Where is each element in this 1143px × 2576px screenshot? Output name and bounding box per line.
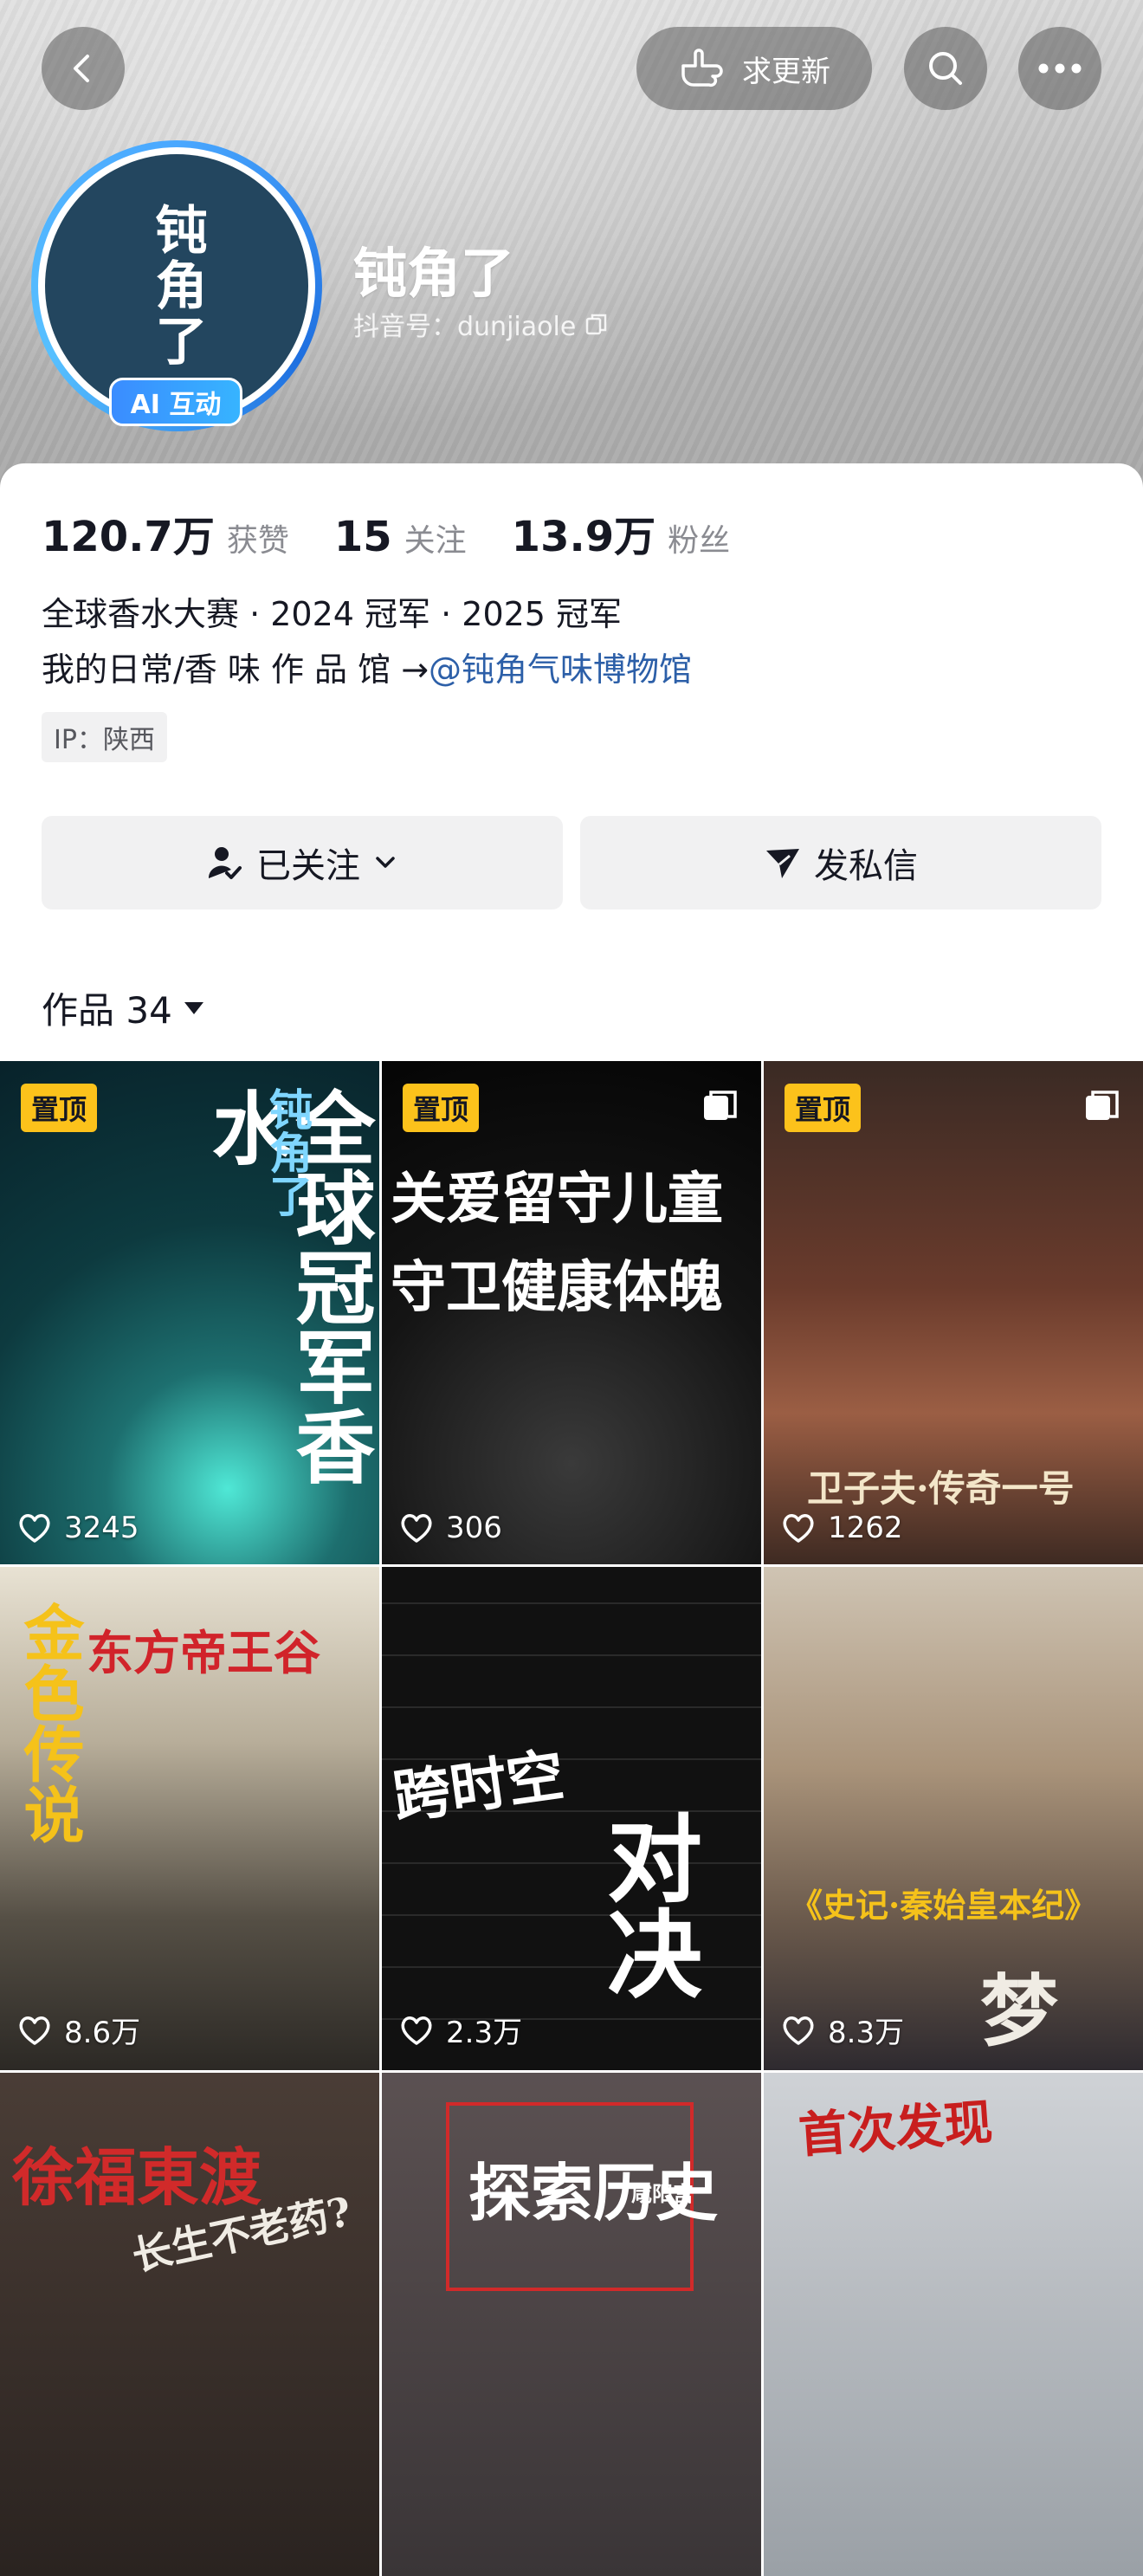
pinned-badge: 置顶 xyxy=(21,1084,98,1132)
more-dots-icon xyxy=(1038,63,1082,74)
more-button[interactable] xyxy=(1018,27,1101,110)
paper-plane-icon xyxy=(766,849,799,878)
likes-count[interactable]: 120.7万 xyxy=(42,502,215,563)
bio-line-2: 我的日常/香 味 作 品 馆 →@钝角气味博物馆 xyxy=(42,642,692,697)
video-cover-title: 跨时空 xyxy=(389,1740,569,1832)
video-cover-subtitle: 对决 xyxy=(591,1809,702,2000)
likes-label: 获赞 xyxy=(226,523,289,559)
video-cover-title: 卫子夫·传奇一号 xyxy=(807,1467,1075,1510)
video-likes: 2.3万 xyxy=(399,2009,522,2051)
video-tile[interactable]: 徐福東渡 长生不老药? xyxy=(0,2073,379,2576)
heart-icon xyxy=(19,1514,50,1543)
video-cover-title: 徐福東渡 xyxy=(12,2140,262,2214)
video-cover-title: 东方帝王谷 xyxy=(87,1625,320,1680)
copy-icon[interactable] xyxy=(584,312,609,336)
video-cover-title: 首次发现 xyxy=(797,2094,995,2165)
heart-icon xyxy=(401,2016,432,2045)
video-likes: 8.3万 xyxy=(781,2009,904,2051)
video-like-count: 3245 xyxy=(64,1511,139,1545)
video-cover-subtitle: 咸阳宫 xyxy=(631,2181,694,2206)
caret-down-icon xyxy=(184,1001,203,1014)
video-cover-title: 关爱留守儿童 xyxy=(391,1167,723,1232)
send-message-label: 发私信 xyxy=(814,846,918,886)
back-button[interactable] xyxy=(42,27,125,110)
heart-icon xyxy=(783,2016,814,2045)
video-like-count: 2.3万 xyxy=(446,2016,523,2050)
video-cover-subtitle: 钝角了 xyxy=(262,1087,313,1217)
profile-bio: 全球香水大赛 · 2024 冠军 · 2025 冠军 我的日常/香 味 作 品 … xyxy=(42,586,692,697)
ai-interaction-badge[interactable]: AI 互动 xyxy=(109,378,242,426)
video-tile[interactable]: 探索历史 咸阳宫 xyxy=(382,2073,761,2576)
multi-image-icon xyxy=(704,1091,737,1120)
video-like-count: 8.6万 xyxy=(64,2016,141,2050)
video-likes: 3245 xyxy=(17,1511,139,1545)
douyin-id[interactable]: 抖音号：dunjiaole xyxy=(353,305,609,343)
video-like-count: 8.3万 xyxy=(828,2016,905,2050)
heart-icon xyxy=(19,2016,50,2045)
following-count[interactable]: 15 xyxy=(334,513,392,561)
request-update-label: 求更新 xyxy=(742,54,830,89)
douyin-id-text: 抖音号：dunjiaole xyxy=(353,312,577,342)
video-tile[interactable]: 卫子夫·传奇一号 置顶 1262 xyxy=(764,1061,1143,1564)
video-likes: 1262 xyxy=(781,1511,903,1545)
search-icon xyxy=(929,52,962,85)
nickname: 钝角了 xyxy=(353,242,515,305)
video-likes: 306 xyxy=(399,1511,502,1545)
following-button-label: 已关注 xyxy=(256,846,360,886)
search-button[interactable] xyxy=(904,27,987,110)
avatar[interactable]: 钝角了 AI 互动 xyxy=(31,140,322,431)
video-tile[interactable]: 关爱留守儿童 守卫健康体魄 置顶 306 xyxy=(382,1061,761,1564)
video-cover-title: 《史记·秦始皇本纪》 xyxy=(790,1886,1098,1925)
request-update-button[interactable]: 求更新 xyxy=(636,27,872,110)
pointing-hand-icon xyxy=(681,49,723,87)
works-title: 作品 34 xyxy=(42,989,172,1032)
followers-count[interactable]: 13.9万 xyxy=(512,502,655,563)
video-cover-subtitle: 金色传说 xyxy=(14,1602,86,1844)
pinned-badge: 置顶 xyxy=(403,1084,480,1132)
bio-line-2-text: 我的日常/香 味 作 品 馆 → xyxy=(42,650,429,689)
video-like-count: 1262 xyxy=(828,1511,903,1545)
video-tile[interactable]: 跨时空 对决 2.3万 xyxy=(382,1567,761,2070)
chevron-down-icon xyxy=(376,857,395,868)
following-button[interactable]: 已关注 xyxy=(42,816,563,909)
back-chevron-icon xyxy=(74,55,89,82)
heart-icon xyxy=(401,1514,432,1543)
video-tile[interactable]: 全球冠军香水 钝角了 置顶 3245 xyxy=(0,1061,379,1564)
followers-label: 粉丝 xyxy=(668,523,731,559)
user-check-icon xyxy=(208,847,242,879)
video-tile[interactable]: 东方帝王谷 金色传说 8.6万 xyxy=(0,1567,379,2070)
video-cover-subtitle: 梦 xyxy=(980,1965,1058,2057)
following-label: 关注 xyxy=(404,523,467,559)
profile-stats: 120.7万 获赞 15 关注 13.9万 粉丝 xyxy=(42,502,775,563)
avatar-text: 钝角了 xyxy=(146,203,207,369)
video-likes: 8.6万 xyxy=(17,2009,140,2051)
video-cover-subtitle: 守卫健康体魄 xyxy=(391,1255,723,1320)
send-message-button[interactable]: 发私信 xyxy=(580,816,1101,909)
video-tile[interactable]: 《史记·秦始皇本纪》 梦 8.3万 xyxy=(764,1567,1143,2070)
bio-line-1: 全球香水大赛 · 2024 冠军 · 2025 冠军 xyxy=(42,595,623,633)
bio-mention-link[interactable]: @钝角气味博物馆 xyxy=(429,650,692,689)
ip-location-tag: IP：陕西 xyxy=(42,712,167,762)
multi-image-icon xyxy=(1086,1091,1119,1120)
works-tab[interactable]: 作品 34 xyxy=(42,981,205,1034)
pinned-badge: 置顶 xyxy=(785,1084,862,1132)
video-tile[interactable]: 首次发现 xyxy=(764,2073,1143,2576)
heart-icon xyxy=(783,1514,814,1543)
video-like-count: 306 xyxy=(446,1511,502,1545)
